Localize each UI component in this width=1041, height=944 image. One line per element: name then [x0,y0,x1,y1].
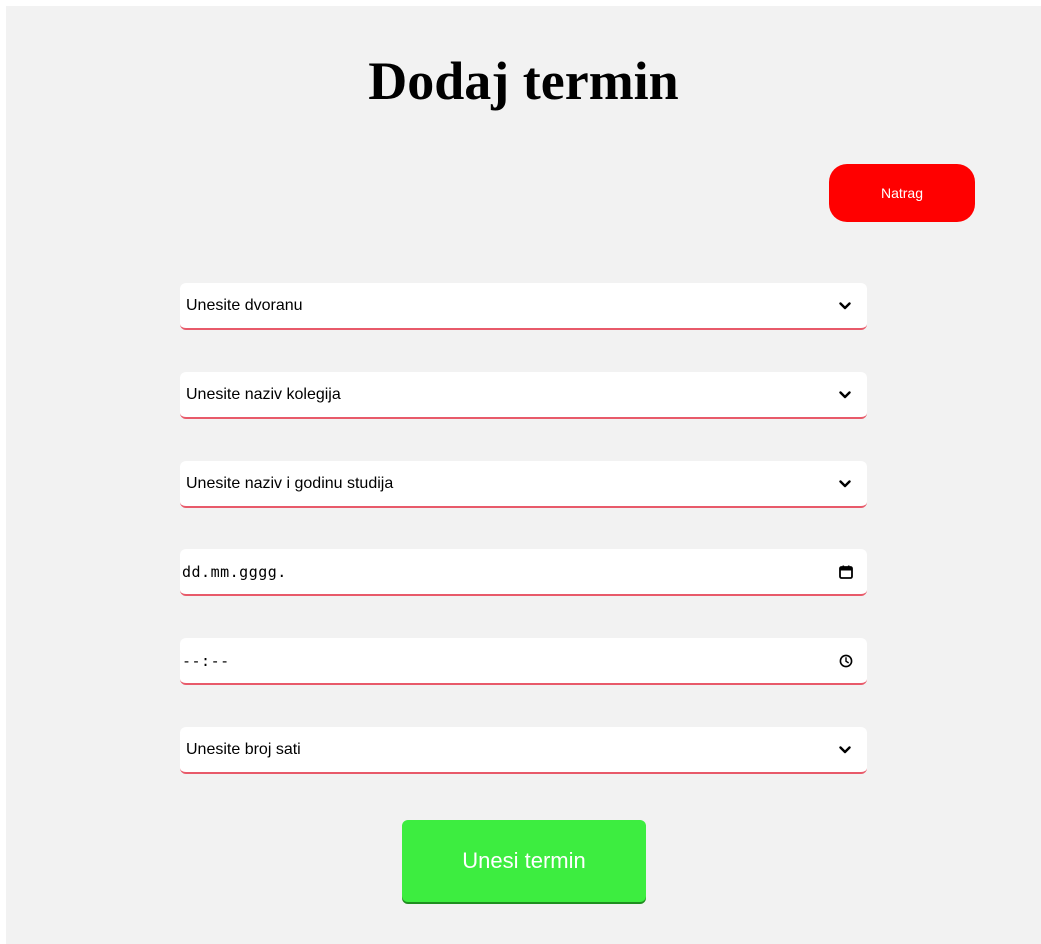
study-program-select-value: Unesite naziv i godinu studija [186,474,394,492]
calendar-icon[interactable] [839,549,867,594]
course-select-value: Unesite naziv kolegija [186,385,341,403]
hall-select-value: Unesite dvoranu [186,296,303,314]
time-input[interactable]: --:-- [180,638,867,685]
time-input-value: --:-- [182,651,230,670]
hours-select[interactable]: Unesite broj sati [180,727,867,774]
study-program-select[interactable]: Unesite naziv i godinu studija [180,461,867,508]
clock-icon[interactable] [839,638,867,683]
chevron-down-icon [839,727,867,772]
submit-button[interactable]: Unesi termin [402,820,646,902]
hall-select[interactable]: Unesite dvoranu [180,283,867,330]
date-input-value: dd.mm.gggg. [182,562,287,581]
chevron-down-icon [839,283,867,328]
hours-select-value: Unesite broj sati [186,740,301,758]
chevron-down-icon [839,461,867,506]
chevron-down-icon [839,372,867,417]
course-select[interactable]: Unesite naziv kolegija [180,372,867,419]
back-button[interactable]: Natrag [829,164,975,222]
date-input[interactable]: dd.mm.gggg. [180,549,867,596]
page-title: Dodaj termin [368,51,679,111]
